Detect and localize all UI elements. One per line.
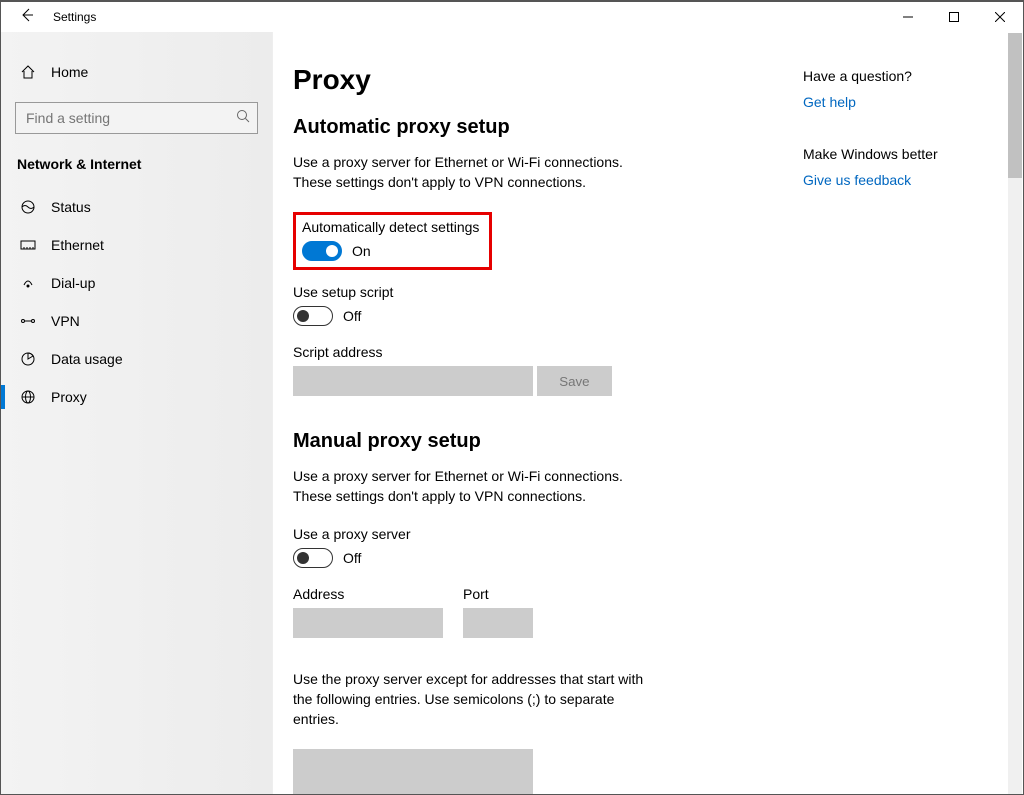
address-port-row: Address Port: [293, 586, 753, 656]
scriptaddr-input: [293, 366, 533, 396]
sidebar-item-datausage[interactable]: Data usage: [1, 340, 272, 378]
sidebar-item-proxy[interactable]: Proxy: [1, 378, 272, 416]
ethernet-icon: [19, 237, 37, 253]
sidebar-item-dialup[interactable]: Dial-up: [1, 264, 272, 302]
better-heading: Make Windows better: [803, 146, 993, 162]
useproxy-label: Use a proxy server: [293, 526, 753, 542]
search-wrap: [15, 102, 258, 134]
setupscript-toggle-row: Off: [293, 306, 753, 326]
auto-desc: Use a proxy server for Ethernet or Wi-Fi…: [293, 153, 653, 192]
sidebar-item-vpn[interactable]: VPN: [1, 302, 272, 340]
search-input[interactable]: [15, 102, 258, 134]
nav-label: Status: [51, 199, 91, 215]
section-manual-title: Manual proxy setup: [293, 430, 753, 453]
titlebar: Settings: [1, 2, 1023, 32]
useproxy-toggle-row: Off: [293, 548, 753, 568]
maximize-button[interactable]: [931, 2, 977, 32]
window-controls: [885, 2, 1023, 32]
status-icon: [19, 199, 37, 215]
nav-label: Dial-up: [51, 275, 95, 291]
autodetect-label: Automatically detect settings: [302, 219, 479, 235]
window-title: Settings: [53, 10, 96, 24]
port-input: [463, 608, 533, 638]
feedback-link[interactable]: Give us feedback: [803, 172, 911, 188]
useproxy-toggle[interactable]: [293, 548, 333, 568]
main-panel: Proxy Automatic proxy setup Use a proxy …: [273, 32, 1023, 794]
scrollbar-thumb[interactable]: [1008, 33, 1022, 178]
autodetect-state: On: [352, 243, 371, 259]
address-label: Address: [293, 586, 443, 602]
back-button[interactable]: [19, 7, 35, 28]
content-area: Home Network & Internet Status: [1, 32, 1023, 794]
question-heading: Have a question?: [803, 68, 993, 84]
page-title: Proxy: [293, 64, 753, 96]
minimize-button[interactable]: [885, 2, 931, 32]
setupscript-state: Off: [343, 308, 361, 324]
manual-desc: Use a proxy server for Ethernet or Wi-Fi…: [293, 467, 653, 506]
dialup-icon: [19, 275, 37, 291]
scriptaddr-label: Script address: [293, 344, 753, 360]
bypass-desc: Use the proxy server except for addresse…: [293, 670, 653, 729]
sidebar-item-ethernet[interactable]: Ethernet: [1, 226, 272, 264]
home-icon: [19, 64, 37, 80]
sidebar-item-status[interactable]: Status: [1, 188, 272, 226]
sidebar: Home Network & Internet Status: [1, 32, 273, 794]
auto-save-button: Save: [537, 366, 612, 396]
aside-column: Have a question? Get help Make Windows b…: [803, 64, 993, 794]
nav-list: Status Ethernet Dial-up: [1, 188, 272, 416]
useproxy-state: Off: [343, 550, 361, 566]
port-label: Port: [463, 586, 533, 602]
proxy-icon: [19, 389, 37, 405]
scrollbar[interactable]: [1008, 33, 1022, 794]
settings-window: Settings Home: [0, 1, 1024, 795]
setupscript-label: Use setup script: [293, 284, 753, 300]
vpn-icon: [19, 313, 37, 329]
home-label: Home: [51, 64, 88, 80]
nav-label: Ethernet: [51, 237, 104, 253]
autodetect-toggle-row: On: [302, 241, 479, 261]
setupscript-toggle[interactable]: [293, 306, 333, 326]
search-icon: [236, 109, 250, 126]
nav-label: Proxy: [51, 389, 87, 405]
highlight-autodetect: Automatically detect settings On: [293, 212, 492, 270]
bypass-textarea: [293, 749, 533, 794]
nav-label: VPN: [51, 313, 80, 329]
sidebar-section-header: Network & Internet: [1, 150, 272, 188]
nav-label: Data usage: [51, 351, 123, 367]
home-button[interactable]: Home: [1, 56, 272, 88]
close-button[interactable]: [977, 2, 1023, 32]
autodetect-toggle[interactable]: [302, 241, 342, 261]
titlebar-left: Settings: [1, 7, 96, 28]
section-auto-title: Automatic proxy setup: [293, 116, 753, 139]
datausage-icon: [19, 351, 37, 367]
get-help-link[interactable]: Get help: [803, 94, 856, 110]
address-input: [293, 608, 443, 638]
main-column: Proxy Automatic proxy setup Use a proxy …: [293, 64, 753, 794]
